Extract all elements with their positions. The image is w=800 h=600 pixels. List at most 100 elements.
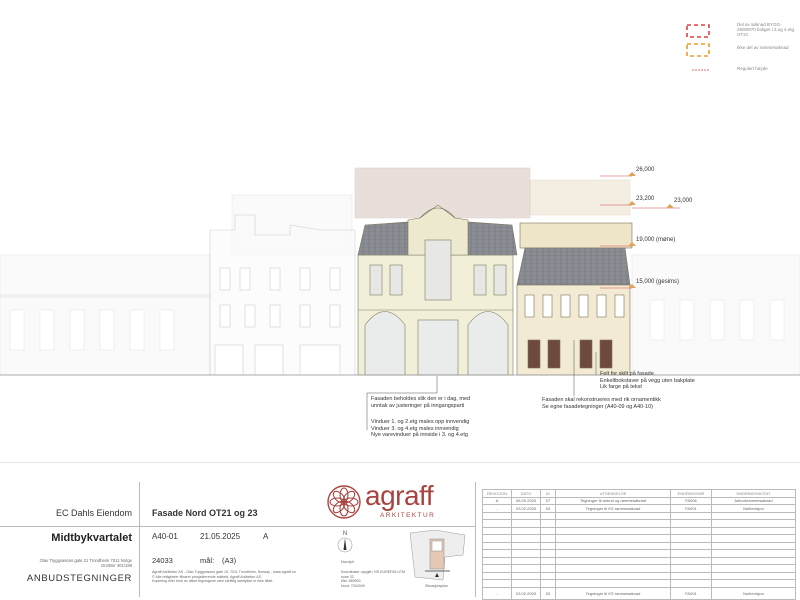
table-cell: 03.02.2025: [511, 504, 541, 513]
table-cell: [540, 511, 556, 520]
table-cell: [555, 579, 671, 588]
table-cell: [711, 556, 796, 565]
table-cell: [540, 534, 556, 543]
north-arrow-icon: N: [337, 531, 353, 553]
table-row: A 06.05.2025 07 Tegninger til anbud og ramm…: [482, 496, 796, 505]
table-cell: -: [482, 586, 512, 600]
table-row: [482, 511, 796, 520]
drawing-title: Fasade Nord OT21 og 23: [152, 508, 258, 518]
table-cell: Tegninger til KS rammesøknad: [555, 504, 671, 513]
table-cell: [670, 526, 712, 535]
table-cell: 03.02.2025: [511, 586, 541, 600]
table-row: [482, 571, 796, 580]
note-ot23: Fasaden skal rekonstrueres med rik ornam…: [542, 397, 661, 410]
table-cell: [711, 541, 796, 550]
table-cell: [511, 526, 541, 535]
table-cell: FA006: [670, 496, 712, 505]
table-cell: [555, 526, 671, 535]
table-cell: [540, 519, 556, 528]
table-cell: [482, 556, 512, 565]
facade-elevation-drawing: [0, 167, 800, 430]
table-cell: [511, 571, 541, 580]
elevation-label-23000: 23,000: [674, 198, 693, 204]
table-cell: [555, 511, 671, 520]
table-cell: 03: [540, 586, 556, 600]
table-cell: [670, 549, 712, 558]
table-cell: [511, 534, 541, 543]
table-row: [482, 519, 796, 528]
table-cell: [511, 541, 541, 550]
table-cell: [711, 549, 796, 558]
brand-subtitle: ARKITEKTUR: [380, 512, 436, 519]
table-cell: [482, 579, 512, 588]
drawing-number: A40-01: [152, 532, 178, 541]
table-cell: [670, 541, 712, 550]
table-cell: [511, 549, 541, 558]
table-cell: [555, 549, 671, 558]
firm-info: Agraff Arkitektur AS - Olav Tryggvasons …: [152, 570, 296, 584]
scale-value: (A3): [222, 556, 237, 565]
table-cell: [711, 564, 796, 573]
table-cell: [540, 556, 556, 565]
key-plan-map: [409, 529, 466, 581]
table-cell: [540, 541, 556, 550]
elevation-label-23200: 23,200: [636, 196, 655, 202]
table-cell: Nullrevisjon: [711, 504, 796, 513]
table-cell: FA001: [670, 504, 712, 513]
revision-letter: A: [263, 532, 269, 541]
table-cell: Tegninger til anbud og rammesøknad: [555, 496, 671, 505]
table-cell: [670, 564, 712, 573]
table-cell: [482, 571, 512, 580]
table-row: [482, 526, 796, 535]
table-cell: [670, 571, 712, 580]
table-cell: 07: [540, 496, 556, 505]
table-cell: [555, 571, 671, 580]
project-address: Olav Tryggvasons gate 21 Trondheim 7011 …: [39, 558, 132, 568]
table-row: -03.02.2025 03 Tegninger til KS rammesøkna…: [482, 586, 796, 600]
table-cell: [540, 579, 556, 588]
table-cell: [482, 511, 512, 520]
table-row: -03.02.2025 03 Tegninger til KS rammesøkna…: [482, 504, 796, 513]
table-cell: [670, 511, 712, 520]
table-cell: [670, 534, 712, 543]
neighbour-buildings-right: [631, 254, 800, 376]
table-cell: [540, 564, 556, 573]
table-cell: [482, 519, 512, 528]
table-cell: [511, 579, 541, 588]
neighbour-building-ot19: [209, 214, 356, 376]
note-windows: Vinduer 1. og 2.etg males opp innvendig V…: [371, 419, 470, 438]
brand-name: agraff: [365, 480, 434, 511]
table-cell: [711, 579, 796, 588]
revision-table-header: REVISJON DATO ID UTSENDELSE ENDRINGSNR E…: [482, 489, 796, 498]
drawing-date: 21.05.2025: [200, 532, 241, 541]
note-sign: Felt for skilt på fasade. Enkeltbokstaver…: [600, 371, 695, 390]
table-cell: [711, 519, 796, 528]
elevation-label-15000: 15,000 (gesims): [636, 279, 680, 285]
north-label: Nordpil: [341, 559, 354, 564]
table-cell: [555, 556, 671, 565]
building-ot21: [357, 204, 518, 376]
table-cell: [711, 511, 796, 520]
table-row: [482, 579, 796, 588]
table-cell: A: [482, 496, 512, 505]
table-cell: [482, 549, 512, 558]
table-cell: [711, 534, 796, 543]
table-cell: [511, 556, 541, 565]
key-plan-label: Situasjonsplan: [425, 584, 448, 588]
table-cell: Anbud/rammesøknad: [711, 496, 796, 505]
table-cell: [555, 519, 671, 528]
table-cell: [482, 564, 512, 573]
elevation-label-19000: 19,000 (møne): [636, 237, 676, 243]
agraff-logo-icon: [327, 485, 361, 519]
client-name: EC Dahls Eiendom: [55, 508, 132, 518]
table-cell: [670, 579, 712, 588]
table-cell: [555, 534, 671, 543]
project-number: 24033: [152, 556, 173, 565]
table-cell: Tegninger til KS rammesøknad: [555, 586, 671, 600]
table-row: [482, 556, 796, 565]
table-cell: 06.05.2025: [511, 496, 541, 505]
table-cell: 03: [540, 504, 556, 513]
project-name: Midtbykvartalet: [51, 532, 132, 544]
table-row: [482, 541, 796, 550]
table-row: [482, 564, 796, 573]
